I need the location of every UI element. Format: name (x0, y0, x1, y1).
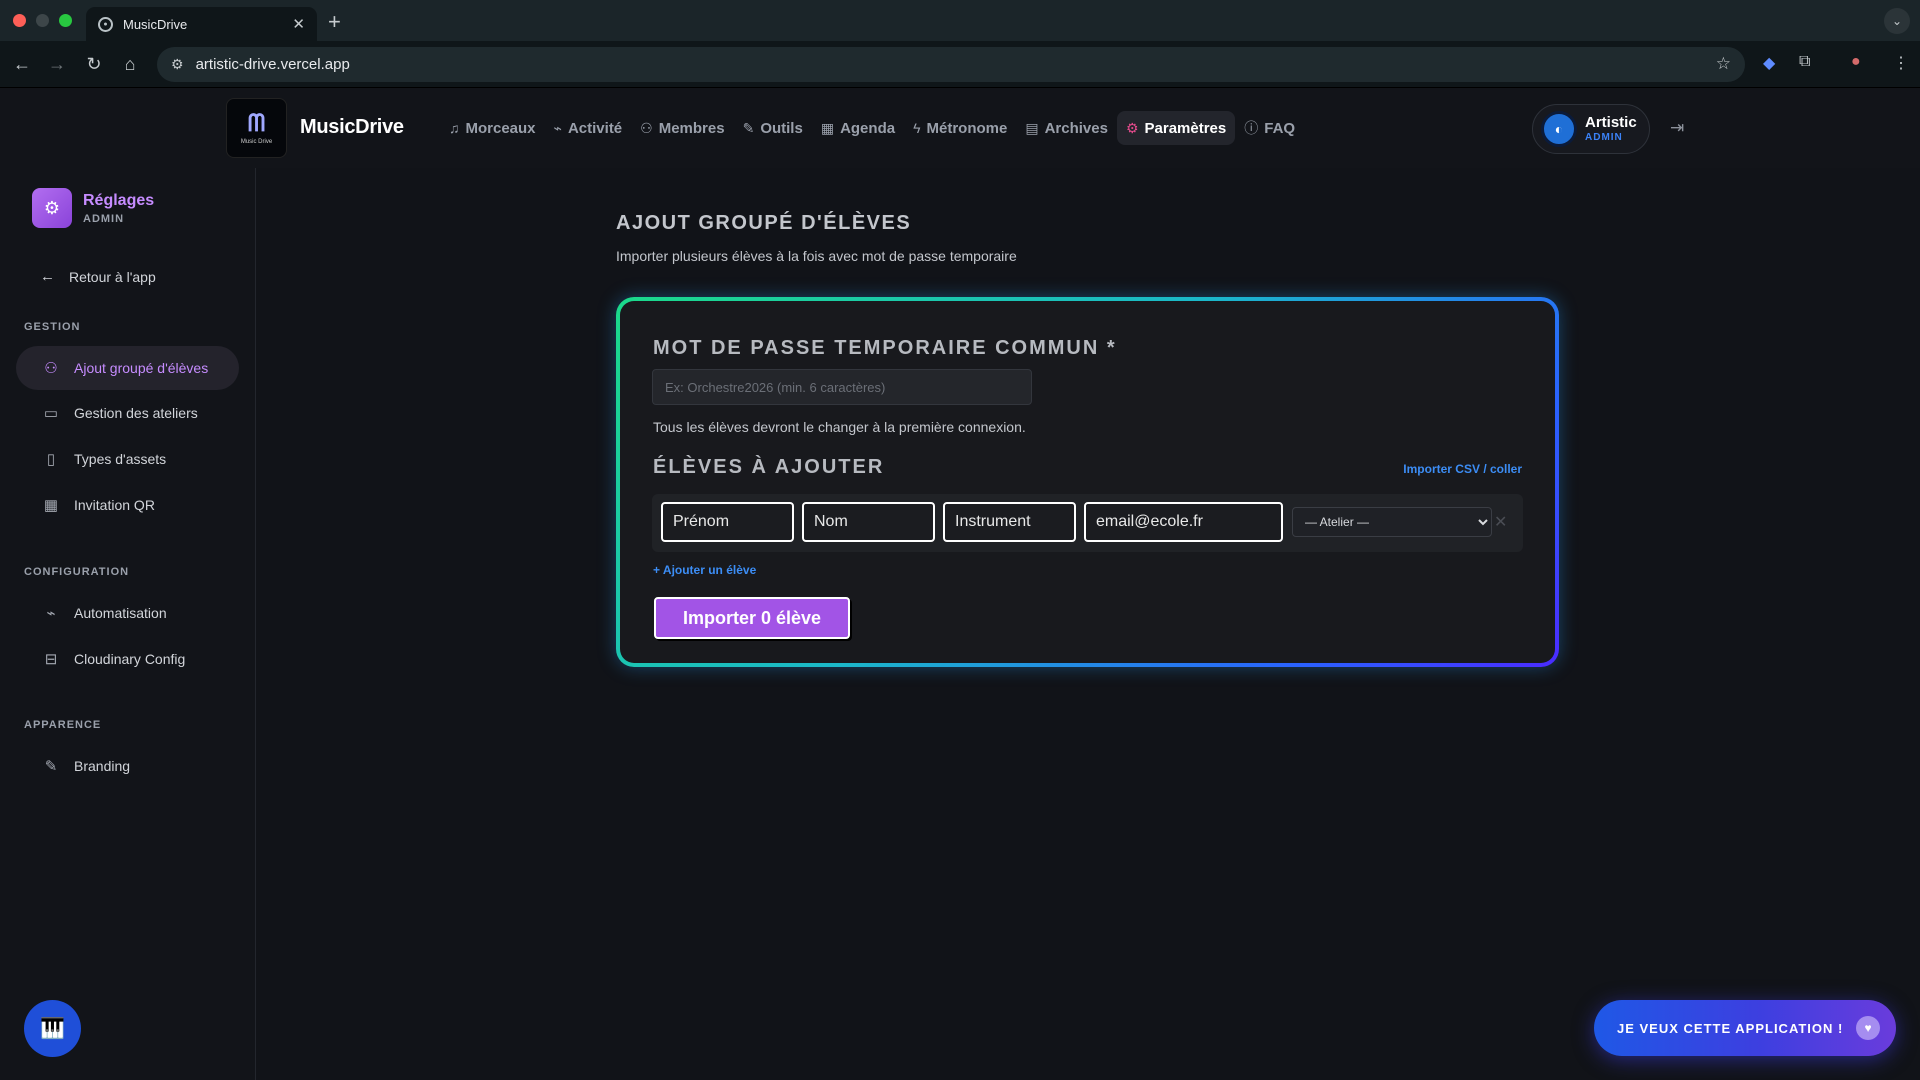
sidebar-item-branding[interactable]: ✎ Branding (16, 744, 239, 788)
nav-morceaux[interactable]: ♫ Morceaux (440, 111, 545, 145)
bolt-icon: ϟ (913, 120, 921, 136)
nav-archives[interactable]: ▤ Archives (1016, 111, 1117, 145)
home-icon[interactable]: ⌂ (117, 51, 143, 77)
app-header: ᗰ Music Drive MusicDrive ♫ Morceaux ⌁ Acti… (0, 88, 1920, 168)
logo-mark-icon: ᗰ (247, 109, 266, 137)
nav-activite[interactable]: ⌁ Activité (545, 111, 632, 145)
lastname-input[interactable] (802, 502, 935, 542)
bookmark-star-icon[interactable]: ☆ (1716, 54, 1731, 74)
nav-faq[interactable]: ⓘ FAQ (1235, 111, 1304, 145)
profile-avatar-icon[interactable]: ● (1851, 53, 1861, 71)
instrument-input[interactable] (943, 502, 1076, 542)
browser-menu-icon[interactable]: ⋮ (1893, 53, 1909, 73)
nav-metronome[interactable]: ϟ Métronome (904, 111, 1016, 145)
nav-membres[interactable]: ⚇ Membres (631, 111, 733, 145)
logo-caption: Music Drive (240, 138, 273, 145)
music-note-icon: ♫ (449, 120, 460, 136)
qr-code-icon: ▦ (43, 497, 59, 514)
pencil-icon: ✎ (44, 758, 58, 775)
window-maximize-button[interactable] (59, 14, 72, 27)
sidebar-item-cloudinary[interactable]: ⊟ Cloudinary Config (16, 637, 239, 681)
activity-icon: ⌁ (553, 119, 562, 136)
nav-parametres[interactable]: ⚙ Paramètres (1116, 111, 1236, 145)
sidebar-header: ⚙ Réglages ADMIN (32, 188, 154, 228)
tab-search-icon[interactable]: ⌄ (1884, 8, 1910, 34)
reload-icon[interactable]: ↻ (81, 51, 107, 77)
arrow-left-icon: ← (40, 268, 55, 285)
atelier-select[interactable]: — Atelier — (1292, 507, 1492, 537)
tab-close-icon[interactable]: ✕ (292, 15, 305, 33)
sidebar-item-automatisation[interactable]: ⌁ Automatisation (16, 591, 239, 635)
folder-icon: ▭ (43, 405, 59, 422)
wrench-icon: ✎ (742, 119, 755, 136)
email-input[interactable] (1084, 502, 1283, 542)
main-nav: ♫ Morceaux ⌁ Activité ⚇ Membres ✎ Outils ▦ Ag… (440, 111, 1304, 145)
window-close-button[interactable] (13, 14, 26, 27)
section-title-gestion: GESTION (24, 321, 81, 333)
user-name: Artistic (1585, 114, 1637, 132)
url-text: artistic-drive.vercel.app (195, 56, 350, 73)
temp-password-input[interactable] (652, 369, 1032, 405)
help-icon: ⓘ (1244, 120, 1259, 136)
logout-icon[interactable]: ⇥ (1670, 118, 1684, 138)
import-csv-link[interactable]: Importer CSV / coller (1403, 462, 1522, 476)
calendar-icon: ▦ (820, 119, 835, 136)
remove-row-icon[interactable]: ✕ (1494, 512, 1507, 532)
firstname-input[interactable] (661, 502, 794, 542)
users-icon: ⚇ (640, 119, 653, 136)
sidebar-item-ajout-groupe[interactable]: ⚇ Ajout groupé d'élèves (16, 346, 239, 390)
address-bar[interactable]: ⚙ artistic-drive.vercel.app ☆ (157, 47, 1745, 82)
section-title-apparence: APPARENCE (24, 719, 102, 731)
tab-title: MusicDrive (123, 16, 188, 32)
browser-toolbar: ← → ↻ ⌂ ⚙ artistic-drive.vercel.app ☆ ◆ … (0, 41, 1920, 88)
settings-sidebar: ⚙ Réglages ADMIN ← Retour à l'app GESTIO… (0, 168, 256, 1080)
student-row: — Atelier — ✕ (652, 494, 1523, 552)
sidebar-role: ADMIN (83, 212, 125, 225)
piano-button[interactable]: 🎹 (24, 1000, 81, 1057)
cta-button[interactable]: JE VEUX CETTE APPLICATION ! ♥ (1594, 1000, 1896, 1056)
user-menu[interactable]: ◐ Artistic ADMIN (1532, 104, 1650, 154)
shield-extension-icon[interactable]: ◆ (1763, 53, 1775, 73)
import-students-button[interactable]: Importer 0 élève (654, 597, 850, 639)
new-tab-icon[interactable]: + (328, 9, 341, 35)
section-title-configuration: CONFIGURATION (24, 566, 130, 578)
forward-icon[interactable]: → (44, 51, 70, 77)
password-label: MOT DE PASSE TEMPORAIRE COMMUN * (653, 337, 1117, 359)
extensions-icon[interactable]: ⧉ (1799, 53, 1810, 71)
users-icon: ⚇ (44, 360, 58, 377)
bulk-import-card: MOT DE PASSE TEMPORAIRE COMMUN * Tous le… (616, 297, 1559, 667)
activity-icon: ⌁ (46, 605, 56, 622)
app-logo[interactable]: ᗰ Music Drive (226, 98, 287, 158)
card-body: MOT DE PASSE TEMPORAIRE COMMUN * Tous le… (620, 301, 1555, 663)
window-minimize-button[interactable] (36, 14, 49, 27)
user-role: ADMIN (1585, 131, 1623, 143)
file-icon: ▯ (46, 451, 56, 468)
page-subtitle: Importer plusieurs élèves à la fois avec… (616, 248, 1017, 264)
archive-icon: ▤ (1025, 119, 1039, 136)
sidebar-item-invitation-qr[interactable]: ▦ Invitation QR (16, 483, 239, 527)
browser-tab[interactable]: ● MusicDrive ✕ (86, 7, 317, 41)
password-hint: Tous les élèves devront le changer à la … (653, 419, 1026, 435)
sidebar-item-ateliers[interactable]: ▭ Gestion des ateliers (16, 391, 239, 435)
nav-agenda[interactable]: ▦ Agenda (812, 111, 904, 145)
students-label: ÉLÈVES À AJOUTER (653, 456, 885, 478)
brand-name[interactable]: MusicDrive (300, 116, 404, 139)
favicon-icon: ● (98, 16, 113, 32)
page-title: AJOUT GROUPÉ D'ÉLÈVES (616, 212, 912, 234)
settings-gear-icon: ⚙ (32, 188, 72, 228)
gear-icon: ⚙ (1125, 119, 1139, 136)
nav-outils[interactable]: ✎ Outils (734, 111, 812, 145)
heart-icon: ♥ (1856, 1016, 1880, 1040)
database-icon: ⊟ (44, 651, 58, 668)
back-icon[interactable]: ← (9, 51, 35, 77)
site-info-icon[interactable]: ⚙ (171, 56, 184, 73)
sidebar-title: Réglages (83, 191, 155, 209)
sidebar-item-types-assets[interactable]: ▯ Types d'assets (16, 437, 239, 481)
add-student-link[interactable]: + Ajouter un élève (653, 563, 756, 577)
piano-icon: 🎹 (40, 1018, 65, 1040)
cta-label: JE VEUX CETTE APPLICATION ! (1617, 1020, 1844, 1036)
avatar: ◐ (1541, 111, 1577, 147)
browser-tab-bar: ● MusicDrive ✕ + ⌄ (0, 0, 1920, 41)
back-to-app-link[interactable]: ← Retour à l'app (40, 268, 156, 285)
